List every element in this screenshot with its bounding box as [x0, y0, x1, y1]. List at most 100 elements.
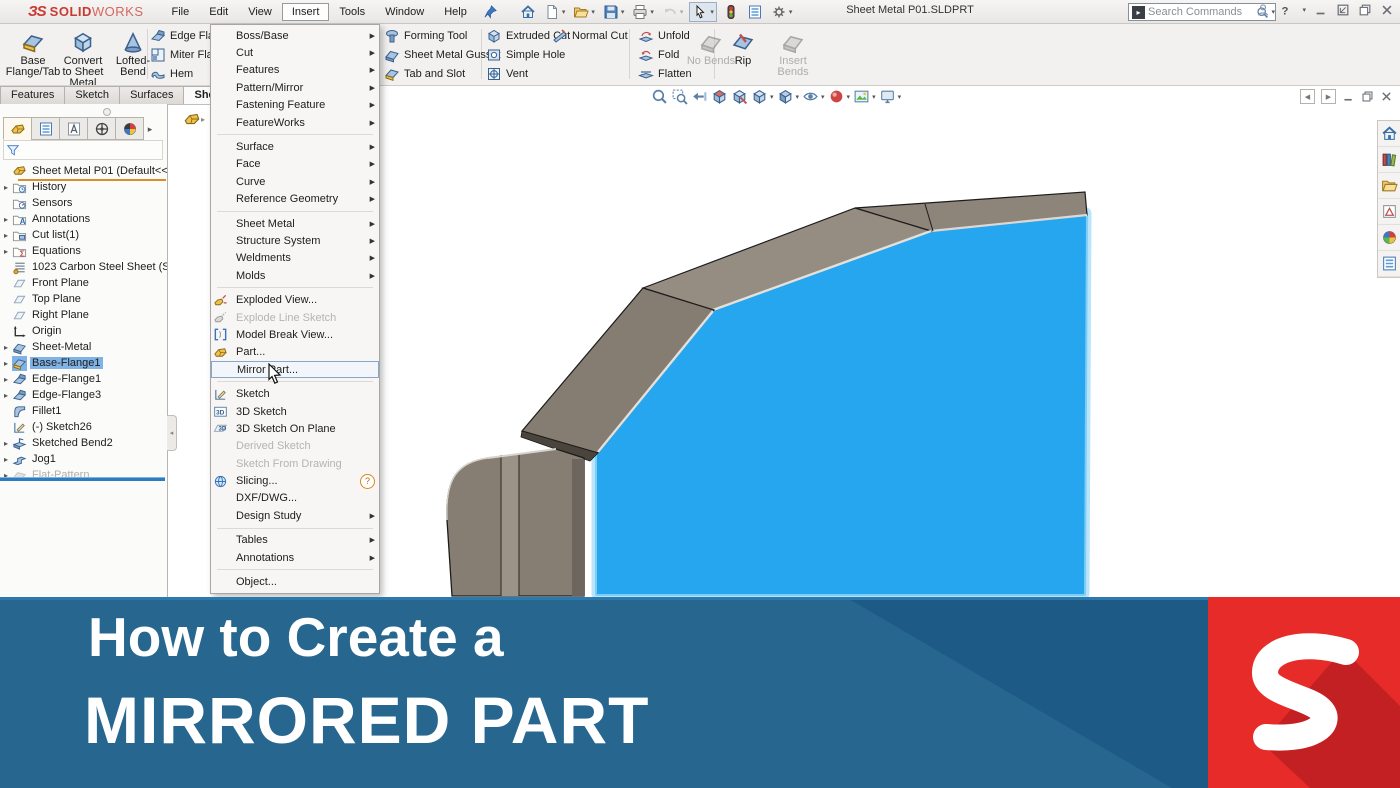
insert-menu-item-surface[interactable]: Surface▶	[211, 138, 379, 155]
insert-menu-item-sketch-from-drawing[interactable]: Sketch From Drawing	[211, 455, 379, 472]
expand-arrow-icon[interactable]: ▸	[0, 375, 12, 384]
insert-menu-item-explode-line-sketch[interactable]: Explode Line Sketch	[211, 309, 379, 326]
ribbon-button-vent[interactable]: Vent	[486, 65, 570, 83]
insert-menu-item-features[interactable]: Features▶	[211, 62, 379, 79]
dropdown-caret-icon[interactable]: ▾	[650, 8, 654, 16]
ribbon-button-simple-hole[interactable]: Simple Hole	[486, 46, 570, 64]
task-pane-custom-properties[interactable]	[1378, 251, 1400, 277]
tree-item-edge-flange3[interactable]: ▸Edge-Flange3	[0, 387, 167, 403]
ribbon-button-forming-tool[interactable]: Forming Tool	[384, 27, 501, 45]
insert-menu-item-3d-sketch-on-plane[interactable]: 3D3D Sketch On Plane	[211, 420, 379, 437]
ribbon-button-rip[interactable]: Rip	[718, 27, 768, 78]
expand-arrow-icon[interactable]: ▸	[0, 359, 12, 368]
restore-icon[interactable]	[1358, 3, 1372, 17]
panel-tab-featuremanager[interactable]	[31, 117, 60, 140]
view-settings-button[interactable]: ▾	[878, 87, 903, 106]
dropdown-caret-icon[interactable]: ▾	[710, 8, 714, 16]
task-pane-design-library[interactable]	[1378, 147, 1400, 173]
expand-arrow-icon[interactable]: ▸	[0, 183, 12, 192]
tree-item-right-plane[interactable]: Right Plane	[0, 307, 167, 323]
view-orientation-button[interactable]: ▾	[750, 87, 775, 106]
new-doc-button[interactable]: ▾	[542, 3, 568, 21]
tree-item-origin[interactable]: Origin	[0, 323, 167, 339]
tree-item-edge-flange1[interactable]: ▸Edge-Flange1	[0, 371, 167, 387]
dropdown-caret-icon[interactable]: ▾	[796, 93, 800, 101]
insert-menu-item-featureworks[interactable]: FeatureWorks▶	[211, 114, 379, 131]
flyout-featuremanager[interactable]: ▸	[183, 110, 205, 128]
tree-item-sheet-metal[interactable]: ▸Sheet-Metal	[0, 339, 167, 355]
tree-item-top-plane[interactable]: Top Plane	[0, 291, 167, 307]
rebuild-button[interactable]	[721, 3, 741, 21]
insert-menu-item-boss-base[interactable]: Boss/Base▶	[211, 27, 379, 44]
tree-item-equations[interactable]: ▸ΣEquations	[0, 243, 167, 259]
insert-menu-item-curve[interactable]: Curve▶	[211, 173, 379, 190]
dropdown-caret-icon[interactable]: ▾	[872, 93, 876, 101]
insert-menu-item-object[interactable]: Object...	[211, 573, 379, 590]
insert-menu-item-cut[interactable]: Cut▶	[211, 44, 379, 61]
forward-icon[interactable]: ▶	[1321, 89, 1336, 104]
insert-menu-item-design-study[interactable]: Design Study▶	[211, 507, 379, 524]
user-icon[interactable]	[1256, 3, 1270, 17]
menubar-item-edit[interactable]: Edit	[199, 3, 238, 21]
command-tab-sketch[interactable]: Sketch	[64, 86, 120, 104]
insert-menu-item-weldments[interactable]: Weldments▶	[211, 250, 379, 267]
select-button[interactable]: ▾	[689, 2, 717, 22]
menubar-item-insert[interactable]: Insert	[282, 3, 330, 21]
task-pane-file-explorer[interactable]	[1378, 173, 1400, 199]
insert-menu-item-structure-system[interactable]: Structure System▶	[211, 232, 379, 249]
task-pane-home[interactable]	[1378, 121, 1400, 147]
tree-item-jog1[interactable]: ▸Jog1	[0, 451, 167, 467]
expand-arrow-icon[interactable]: ▸	[0, 231, 12, 240]
panel-tab-part[interactable]	[3, 117, 32, 140]
insert-menu-item-sketch[interactable]: Sketch	[211, 385, 379, 402]
insert-menu-item-reference-geometry[interactable]: Reference Geometry▶	[211, 191, 379, 208]
3d-drawing-view-button[interactable]	[730, 87, 749, 106]
ribbon-button-fold[interactable]: Fold	[638, 46, 692, 64]
tree-item-sketch26[interactable]: (-) Sketch26	[0, 419, 167, 435]
dropdown-caret-icon[interactable]: ▾	[847, 93, 851, 101]
expand-arrow-icon[interactable]: ▸	[0, 247, 12, 256]
panel-tab-displaymanager[interactable]	[115, 117, 144, 140]
menubar-item-view[interactable]: View	[238, 3, 282, 21]
dropdown-caret-icon[interactable]: ▾	[562, 8, 566, 16]
panel-tab-overflow[interactable]: ▸	[143, 119, 157, 140]
insert-menu-item-tables[interactable]: Tables▶	[211, 532, 379, 549]
dropdown-caret-icon[interactable]: ▾	[821, 93, 825, 101]
apply-scene-button[interactable]: ▾	[852, 87, 877, 106]
dropdown-caret-icon[interactable]: ▾	[680, 8, 684, 16]
print-button[interactable]: ▾	[630, 3, 656, 21]
zoom-area-button[interactable]	[670, 87, 689, 106]
ribbon-button-unfold[interactable]: Unfold	[638, 27, 692, 45]
panel-tab-configurations[interactable]	[87, 117, 116, 140]
ribbon-button-tab-and-slot[interactable]: Tab and Slot	[384, 65, 501, 83]
dropdown-caret-icon[interactable]: ▾	[898, 93, 902, 101]
insert-menu-item-annotations[interactable]: Annotations▶	[211, 549, 379, 566]
insert-menu-item-face[interactable]: Face▶	[211, 156, 379, 173]
expand-arrow-icon[interactable]: ▸	[0, 343, 12, 352]
insert-menu-item-3d-sketch[interactable]: 3D3D Sketch	[211, 403, 379, 420]
dropdown-caret-icon[interactable]: ▾	[621, 8, 625, 16]
close-icon[interactable]	[1380, 3, 1394, 17]
pin-icon[interactable]	[483, 4, 498, 19]
rollback-bar[interactable]	[0, 477, 165, 481]
expand-arrow-icon[interactable]: ▸	[0, 455, 12, 464]
tree-item-1023-carbon-steel-sheet-ss[interactable]: 1023 Carbon Steel Sheet (SS)	[0, 259, 167, 275]
ribbon-button-insert-bends[interactable]: Insert Bends	[768, 27, 818, 78]
previous-view-button[interactable]	[690, 87, 709, 106]
undo-button[interactable]: ▾	[660, 3, 686, 21]
ribbon-button-normal-cut[interactable]: Normal Cut	[552, 27, 628, 45]
dropdown-caret-icon[interactable]: ▾	[770, 93, 774, 101]
menubar-item-window[interactable]: Window	[375, 3, 434, 21]
panel-collapse-handle[interactable]	[103, 108, 111, 116]
task-pane-view-palette[interactable]	[1378, 199, 1400, 225]
panel-tab-propertymanager[interactable]	[59, 117, 88, 140]
menubar-item-tools[interactable]: Tools	[329, 3, 375, 21]
dropdown-caret-icon[interactable]: ▾	[1302, 6, 1306, 14]
command-tab-features[interactable]: Features	[0, 86, 65, 104]
open-button[interactable]: ▾	[571, 3, 597, 21]
insert-menu-item-exploded-view[interactable]: Exploded View...	[211, 291, 379, 308]
tree-filter-input[interactable]	[3, 140, 163, 160]
close-icon[interactable]	[1380, 90, 1393, 103]
tree-item-base-flange1[interactable]: ▸Base-Flange1	[0, 355, 167, 371]
search-commands-box[interactable]: ▸ Search Commands ▾	[1128, 3, 1276, 21]
